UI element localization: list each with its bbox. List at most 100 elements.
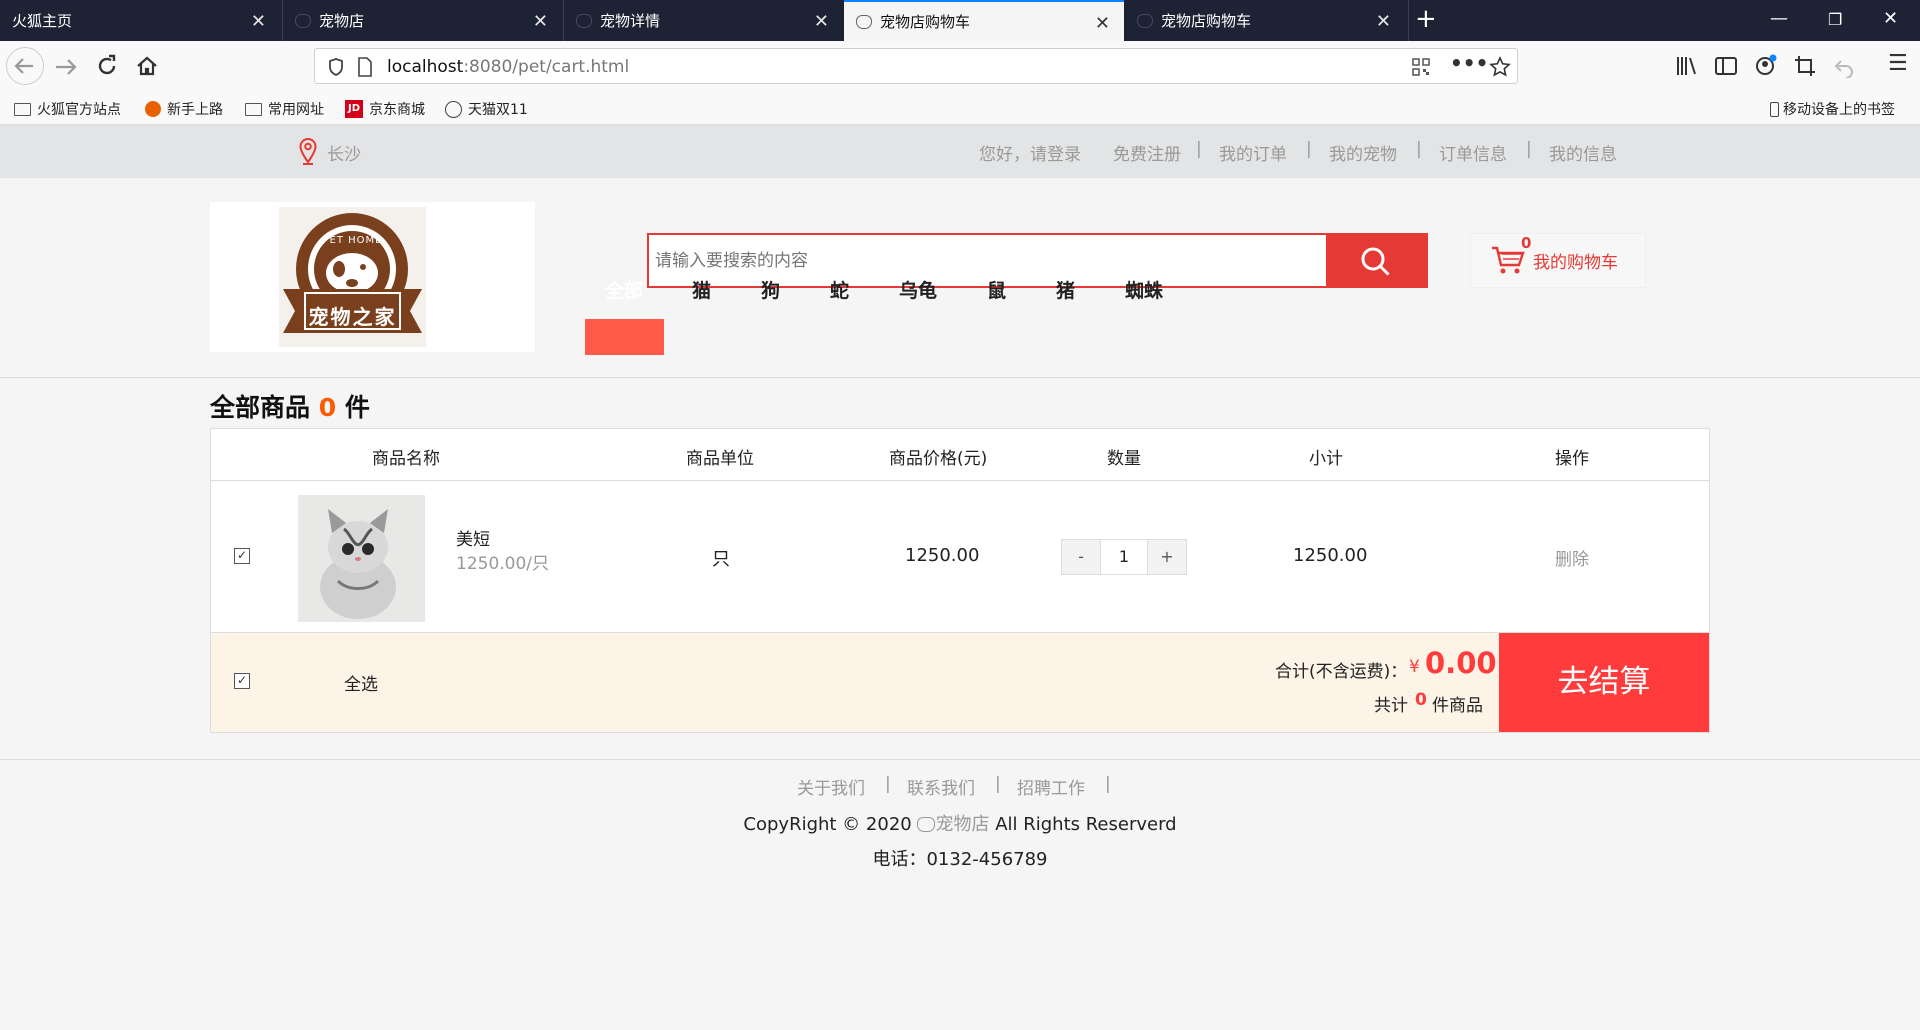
mobile-bookmarks[interactable]: 移动设备上的书签: [1770, 99, 1895, 119]
search-button[interactable]: [1326, 235, 1426, 286]
logo[interactable]: PET HOME 宠物之家: [210, 202, 535, 352]
category-dog[interactable]: 狗: [761, 276, 780, 303]
copyright-prefix: CopyRight © 2020: [743, 814, 912, 835]
bookmark-star-icon[interactable]: [1489, 56, 1511, 78]
my-orders-link[interactable]: 我的订单: [1219, 140, 1287, 165]
page-actions-icon[interactable]: •••: [1450, 51, 1488, 75]
column-header-name: 商品名称: [372, 449, 440, 469]
undo-icon[interactable]: [1832, 54, 1856, 78]
tab-pet-detail[interactable]: 宠物详情 ✕: [563, 0, 843, 41]
site-header: PET HOME 宠物之家 0 我的购物车 全部 猫 狗 蛇 乌龟 鼠 猪 蜘蛛: [0, 178, 1920, 378]
copyright-brand: 宠物店: [935, 814, 990, 835]
city-label[interactable]: 长沙: [327, 140, 361, 165]
close-tab-icon[interactable]: ✕: [1376, 11, 1391, 32]
column-header-subtotal: 小计: [1309, 449, 1343, 469]
checkout-button[interactable]: 去结算: [1499, 633, 1709, 732]
shield-icon[interactable]: [327, 57, 345, 77]
item-checkbox[interactable]: ✓: [234, 548, 250, 564]
quantity-value[interactable]: 1: [1100, 540, 1148, 574]
select-all-checkbox[interactable]: ✓: [234, 673, 250, 689]
my-cart-button[interactable]: 0 我的购物车: [1470, 233, 1646, 288]
bookmark-item[interactable]: 天猫双11: [445, 99, 528, 119]
library-icon[interactable]: [1675, 54, 1699, 78]
category-pig[interactable]: 猪: [1056, 276, 1075, 303]
cart-table: 商品名称 商品单位 商品价格(元) 数量 小计 操作 ✓ 美短 1250.00/…: [210, 428, 1710, 733]
quantity-increase-button[interactable]: +: [1148, 540, 1186, 574]
close-tab-icon[interactable]: ✕: [814, 11, 829, 32]
bookmarks-toolbar: 火狐官方站点 新手上路 常用网址 JD 京东商城 天猫双11 移动设备上的书签: [0, 91, 1920, 125]
bookmark-item[interactable]: 常用网址: [245, 99, 324, 119]
quantity-decrease-button[interactable]: -: [1062, 540, 1100, 574]
bookmark-label: 京东商城: [369, 102, 425, 118]
tab-pet-store[interactable]: 宠物店 ✕: [282, 0, 562, 41]
item-image[interactable]: [298, 495, 425, 622]
screenshot-crop-icon[interactable]: [1793, 54, 1817, 78]
close-window-icon[interactable]: ✕: [1883, 8, 1898, 29]
url-text[interactable]: localhost:8080/pet/cart.html: [387, 57, 629, 77]
my-info-link[interactable]: 我的信息: [1549, 140, 1617, 165]
home-icon[interactable]: [134, 53, 160, 79]
quantity-stepper: - 1 +: [1061, 539, 1187, 575]
cat-favicon-icon: [576, 13, 592, 28]
select-all-label[interactable]: 全选: [344, 670, 378, 695]
new-tab-plus-icon[interactable]: +: [1415, 4, 1437, 34]
category-active-bg: [585, 319, 664, 355]
my-pets-link[interactable]: 我的宠物: [1329, 140, 1397, 165]
menu-hamburger-icon[interactable]: ☰: [1888, 51, 1908, 76]
page-info-icon[interactable]: [357, 57, 373, 77]
copyright-suffix: All Rights Reserverd: [995, 814, 1177, 835]
bookmark-item[interactable]: JD 京东商城: [345, 99, 425, 119]
close-tab-icon[interactable]: ✕: [1095, 13, 1110, 34]
footer-contact-link[interactable]: 联系我们: [907, 774, 975, 799]
back-button[interactable]: [6, 47, 44, 85]
register-link[interactable]: 免费注册: [1113, 140, 1181, 165]
url-bar[interactable]: localhost:8080/pet/cart.html •••: [314, 48, 1518, 84]
category-spider[interactable]: 蜘蛛: [1125, 276, 1163, 303]
restore-icon[interactable]: ❐: [1828, 10, 1842, 29]
login-link[interactable]: 您好，请登录: [979, 140, 1081, 165]
forward-arrow-icon[interactable]: [52, 53, 80, 81]
tab-cart-2[interactable]: 宠物店购物车 ✕: [1125, 0, 1405, 41]
url-host: localhost: [387, 57, 464, 77]
cart-item-row: ✓ 美短 1250.00/只 只 1250.00 - 1 + 1250.00 删…: [211, 481, 1709, 633]
item-name[interactable]: 美短: [456, 525, 490, 550]
column-header-price: 商品价格(元): [889, 449, 988, 469]
separator: |: [1306, 139, 1312, 159]
navigation-toolbar: localhost:8080/pet/cart.html ••• ☰: [0, 41, 1920, 91]
order-info-link[interactable]: 订单信息: [1439, 140, 1507, 165]
cart-title-suffix: 件: [344, 393, 370, 422]
close-tab-icon[interactable]: ✕: [251, 11, 266, 32]
site-topbar: 长沙 您好，请登录 免费注册 | 我的订单 | 我的宠物 | 订单信息 | 我的…: [0, 125, 1920, 178]
category-mouse[interactable]: 鼠: [987, 276, 1006, 303]
reload-icon[interactable]: [94, 53, 120, 79]
qr-code-icon[interactable]: [1411, 57, 1431, 77]
total-label: 合计(不含运费)：: [1275, 662, 1408, 682]
category-all[interactable]: 全部: [605, 276, 643, 303]
footer-separator: |: [1105, 774, 1111, 794]
footer-about-link[interactable]: 关于我们: [797, 774, 865, 799]
minimize-icon[interactable]: —: [1770, 8, 1788, 29]
tab-label: 火狐主页: [12, 12, 73, 30]
cat-favicon-icon: [1137, 13, 1153, 28]
tab-firefox-home[interactable]: 火狐主页 ✕: [0, 0, 280, 41]
category-cat[interactable]: 猫: [692, 276, 711, 303]
sidebar-icon[interactable]: [1714, 54, 1738, 78]
close-tab-icon[interactable]: ✕: [533, 11, 548, 32]
folder-icon: [14, 102, 31, 116]
tab-label: 宠物店: [319, 12, 365, 30]
footer-jobs-link[interactable]: 招聘工作: [1017, 774, 1085, 799]
bookmark-item[interactable]: 火狐官方站点: [14, 99, 121, 119]
category-snake[interactable]: 蛇: [830, 276, 849, 303]
item-subtotal: 1250.00: [1293, 545, 1368, 566]
tab-cart-active[interactable]: 宠物店购物车 ✕: [844, 0, 1124, 41]
item-price: 1250.00: [905, 545, 980, 566]
category-turtle[interactable]: 乌龟: [899, 276, 937, 303]
folder-icon: [245, 102, 262, 116]
footer-separator: |: [885, 774, 891, 794]
tab-label: 宠物详情: [600, 12, 661, 30]
delete-link[interactable]: 删除: [1555, 545, 1589, 570]
cart-title: 全部商品 0 件: [210, 388, 370, 424]
tab-label: 宠物店购物车: [1161, 12, 1252, 30]
bookmark-item[interactable]: 新手上路: [145, 99, 223, 119]
account-icon[interactable]: [1753, 52, 1779, 78]
